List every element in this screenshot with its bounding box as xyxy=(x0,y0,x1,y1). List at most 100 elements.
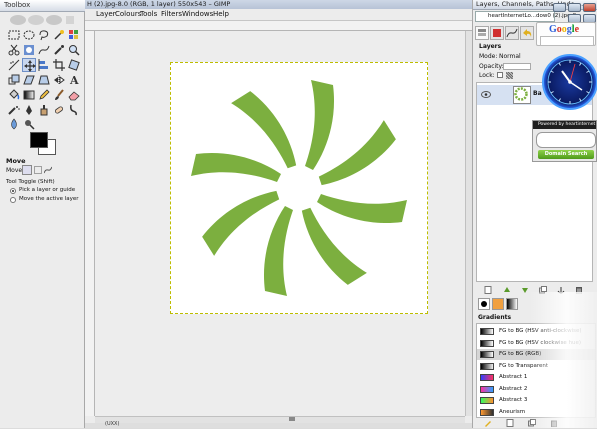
duplicate-gradient-icon[interactable] xyxy=(528,419,536,427)
smudge-icon[interactable] xyxy=(67,103,81,117)
zoom-icon[interactable] xyxy=(67,43,81,57)
gradient-swatch xyxy=(480,339,494,347)
menu-colours[interactable]: Colours xyxy=(115,10,141,18)
domain-search-button[interactable]: Domain Search xyxy=(538,150,594,159)
perspective-icon[interactable] xyxy=(37,73,51,87)
blur-icon[interactable] xyxy=(7,117,21,131)
move-path-mode-icon[interactable] xyxy=(43,166,53,174)
mode-label: Mode: xyxy=(479,53,498,60)
gradient-swatch xyxy=(480,385,494,393)
edit-gradient-icon[interactable] xyxy=(484,419,492,427)
move-selection-mode-icon[interactable] xyxy=(34,166,42,174)
scale-icon[interactable] xyxy=(7,73,21,87)
eraser-icon[interactable] xyxy=(67,88,81,102)
image-window-titlebar[interactable]: H (2).jpg-8.0 (RGB, 1 layer) 550x543 – G… xyxy=(85,0,472,9)
gradient-row[interactable]: FG to BG (RGB) xyxy=(477,349,595,360)
paths-icon[interactable] xyxy=(37,43,51,57)
airbrush-icon[interactable] xyxy=(7,103,21,117)
pencil-icon[interactable] xyxy=(37,88,51,102)
image-canvas[interactable] xyxy=(170,62,428,314)
new-gradient-icon[interactable] xyxy=(506,419,514,427)
rotate-icon[interactable] xyxy=(67,58,81,72)
crop-icon[interactable] xyxy=(52,58,66,72)
rect-select-icon[interactable] xyxy=(7,28,21,42)
fg-bg-colors[interactable] xyxy=(28,130,58,156)
clone-icon[interactable] xyxy=(37,103,51,117)
menubar: Layer Colours Tools Filters Windows Help xyxy=(85,9,472,21)
tab-undo[interactable] xyxy=(520,26,534,40)
visibility-eye-icon[interactable] xyxy=(481,91,491,98)
opacity-slider[interactable] xyxy=(503,63,531,70)
tab-paths[interactable] xyxy=(505,26,519,40)
ink-icon[interactable] xyxy=(22,103,36,117)
menu-layer[interactable]: Layer xyxy=(96,10,116,18)
color-select-icon[interactable] xyxy=(67,28,81,42)
tab-patterns[interactable] xyxy=(492,298,504,310)
blend-icon[interactable] xyxy=(22,88,36,102)
foreground-select-icon[interactable] xyxy=(22,43,36,57)
gradient-label: Abstract 2 xyxy=(499,385,528,392)
gradient-row[interactable]: Abstract 1 xyxy=(477,372,595,383)
minimize-button[interactable] xyxy=(553,3,566,12)
align-icon[interactable] xyxy=(37,58,51,72)
close-button[interactable] xyxy=(583,3,596,12)
scissors-icon[interactable] xyxy=(7,43,21,57)
horizontal-ruler xyxy=(85,21,472,31)
lower-layer-icon[interactable] xyxy=(521,286,529,294)
tab-brushes[interactable] xyxy=(478,298,490,310)
foreground-color-swatch[interactable] xyxy=(30,132,48,148)
vertical-scrollbar[interactable] xyxy=(465,31,472,416)
gradient-row[interactable]: FG to BG (HSV anti-clockwise) xyxy=(477,326,595,337)
fuzzy-select-icon[interactable] xyxy=(52,28,66,42)
new-layer-icon[interactable] xyxy=(484,286,492,294)
color-picker-icon[interactable] xyxy=(52,43,66,57)
toolbox-titlebar[interactable]: Toolbox xyxy=(0,0,85,12)
menu-filters[interactable]: Filters xyxy=(161,10,182,18)
powered-by-text: Powered by heartinternet xyxy=(538,122,596,127)
delete-gradient-icon[interactable] xyxy=(550,419,558,428)
measure-icon[interactable] xyxy=(7,58,21,72)
menu-windows[interactable]: Windows xyxy=(182,10,213,18)
gradient-row[interactable]: Aneurism xyxy=(477,407,595,418)
dodge-burn-icon[interactable] xyxy=(22,117,36,131)
domain-search-input[interactable] xyxy=(536,132,596,148)
lock-label: Lock: xyxy=(479,72,495,79)
gradient-row[interactable]: FG to Transparent xyxy=(477,361,595,372)
tab-gradients[interactable] xyxy=(506,298,518,310)
pick-layer-radio[interactable] xyxy=(10,188,16,194)
gradient-row[interactable]: FG to BG (HSV clockwise hue) xyxy=(477,338,595,349)
menu-tools[interactable]: Tools xyxy=(140,10,157,18)
paintbrush-icon[interactable] xyxy=(52,88,66,102)
gradient-row[interactable]: Abstract 3 xyxy=(477,395,595,406)
duplicate-layer-icon[interactable] xyxy=(539,286,547,294)
tab-channels[interactable] xyxy=(490,26,504,40)
horizontal-scroll-thumb[interactable] xyxy=(289,417,295,421)
move-active-layer-radio[interactable] xyxy=(10,197,16,203)
google-search-input[interactable] xyxy=(540,36,594,46)
anchor-layer-icon[interactable] xyxy=(557,286,565,294)
shear-icon[interactable] xyxy=(22,73,36,87)
raise-layer-icon[interactable] xyxy=(503,286,511,294)
ellipse-select-icon[interactable] xyxy=(22,28,36,42)
lock-pixels-checkbox[interactable] xyxy=(497,72,503,78)
move-layer-mode-button[interactable] xyxy=(22,165,32,175)
gradient-label: Abstract 1 xyxy=(499,374,528,380)
text-tool-icon[interactable]: A xyxy=(67,73,81,87)
horizontal-scrollbar[interactable] xyxy=(95,416,465,423)
lock-alpha-icon[interactable] xyxy=(506,72,513,79)
mode-select[interactable]: Normal xyxy=(499,53,521,60)
bucket-fill-icon[interactable] xyxy=(7,88,21,102)
gradient-buttons xyxy=(476,418,596,428)
dock-image-select[interactable]: heartInternetLo...dow0 (2).jpg-8 xyxy=(475,11,576,22)
tab-layers[interactable] xyxy=(475,26,489,40)
move-tool-icon[interactable] xyxy=(22,58,36,72)
flip-icon[interactable] xyxy=(52,73,66,87)
gradient-row[interactable]: Abstract 2 xyxy=(477,384,595,395)
delete-layer-icon[interactable] xyxy=(575,286,583,295)
toolbox-panel: Toolbox A Move Move: Tool Toggle (Shift)… xyxy=(0,0,85,428)
maximize-button[interactable] xyxy=(568,3,581,12)
menu-help[interactable]: Help xyxy=(213,10,229,18)
gradient-swatch xyxy=(480,408,494,416)
heal-icon[interactable] xyxy=(52,103,66,117)
lasso-icon[interactable] xyxy=(37,28,51,42)
